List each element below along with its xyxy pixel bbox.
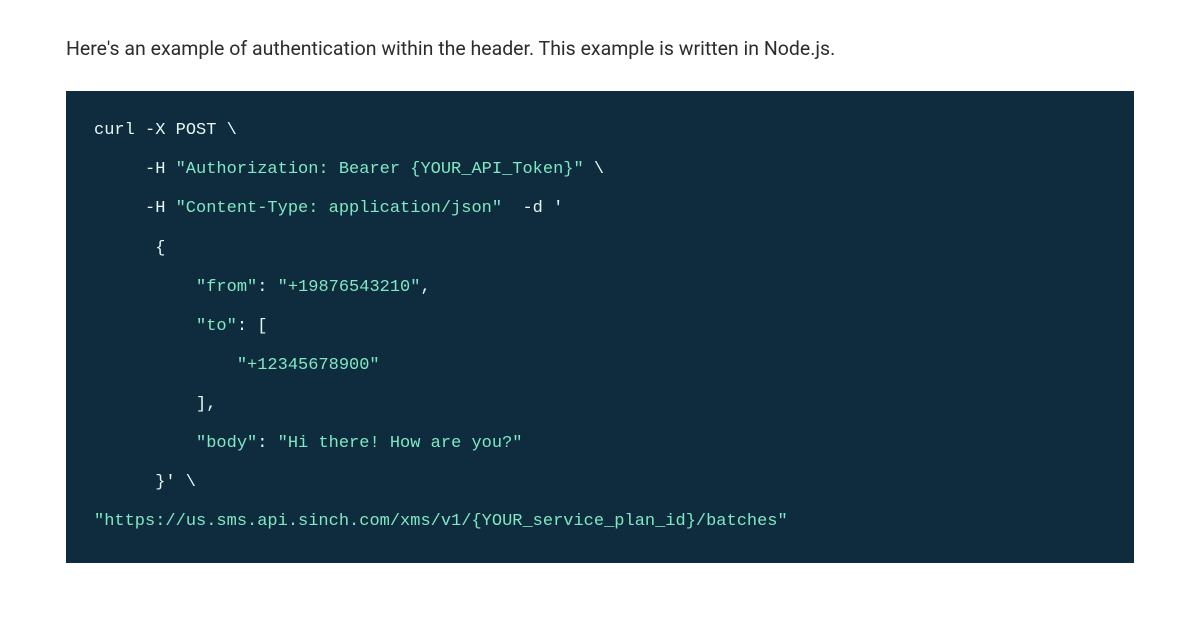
code-line-7-val: "+12345678900" bbox=[237, 356, 380, 375]
page: Here's an example of authentication with… bbox=[0, 0, 1200, 620]
code-line-6-colon: : [ bbox=[237, 317, 268, 336]
code-line-9-key: "body" bbox=[196, 434, 257, 453]
code-line-5-key: "from" bbox=[196, 278, 257, 297]
code-line-3-header: "Content-Type: application/json" bbox=[176, 199, 502, 218]
code-line-2-tail: \ bbox=[584, 160, 604, 179]
code-line-5-val: "+19876543210" bbox=[278, 278, 421, 297]
code-line-8-close: ], bbox=[196, 395, 216, 414]
code-line-3-flag: -H bbox=[145, 199, 176, 218]
code-line-2-header: "Authorization: Bearer {YOUR_API_Token}" bbox=[176, 160, 584, 179]
code-block[interactable]: curl -X POST \ -H "Authorization: Bearer… bbox=[66, 91, 1134, 563]
intro-paragraph: Here's an example of authentication with… bbox=[66, 34, 1134, 63]
code-line-3-mid: -d ' bbox=[502, 199, 563, 218]
code-line-11-url: "https://us.sms.api.sinch.com/xms/v1/{YO… bbox=[94, 512, 788, 531]
code-line-1: curl -X POST \ bbox=[94, 121, 237, 140]
code-line-5-comma: , bbox=[420, 278, 430, 297]
code-line-10-closebrace: }' \ bbox=[155, 473, 196, 492]
code-line-9-val: "Hi there! How are you?" bbox=[278, 434, 523, 453]
code-line-9-colon: : bbox=[257, 434, 277, 453]
code-line-4-openbrace: { bbox=[155, 239, 165, 258]
code-line-6-key: "to" bbox=[196, 317, 237, 336]
code-line-5-colon: : bbox=[257, 278, 277, 297]
code-line-2-flag: -H bbox=[145, 160, 176, 179]
